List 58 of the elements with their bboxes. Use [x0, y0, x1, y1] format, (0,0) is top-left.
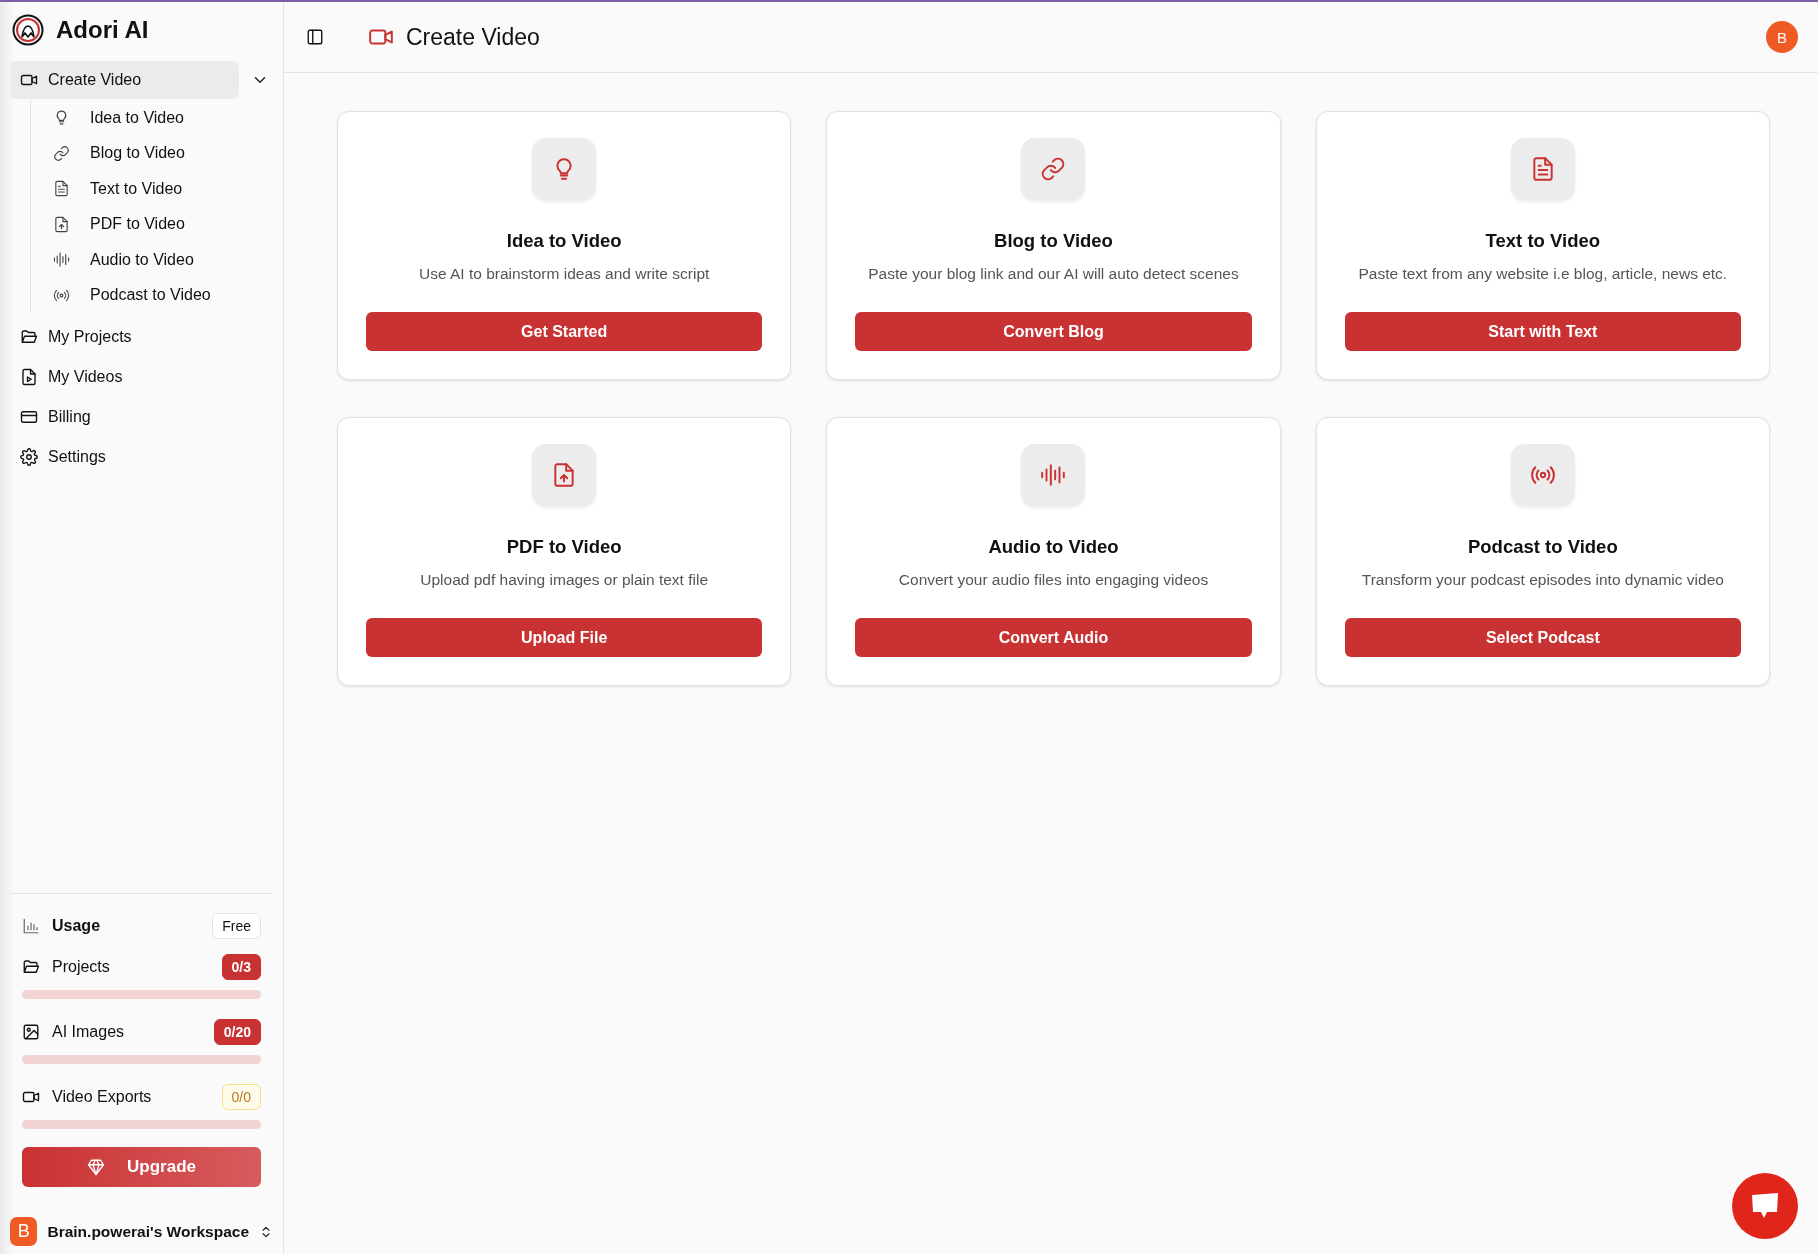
- card-action-button[interactable]: Get Started: [366, 312, 763, 351]
- card-action-button[interactable]: Select Podcast: [1344, 618, 1741, 657]
- card-description: Convert your audio files into engaging videos: [898, 571, 1209, 589]
- usage-label: Projects: [52, 958, 111, 976]
- nav-subitem[interactable]: Idea to Video: [43, 100, 273, 136]
- usage-count: 0/20: [213, 1019, 261, 1045]
- plan-badge: Free: [212, 913, 261, 939]
- card-title: Text to Video: [1485, 230, 1601, 252]
- nav-subitem[interactable]: PDF to Video: [43, 206, 273, 242]
- card-action-button[interactable]: Convert Blog: [855, 312, 1252, 351]
- usage-count: 0/0: [221, 1084, 261, 1110]
- image-icon: [22, 1023, 40, 1041]
- logo-icon: [12, 14, 44, 46]
- card-description: Transform your podcast episodes into dynamic video: [1361, 571, 1724, 589]
- link-icon: [1040, 156, 1067, 182]
- document-icon: [53, 180, 70, 198]
- settings-icon: [20, 448, 38, 466]
- nav-item[interactable]: My Videos: [10, 358, 273, 396]
- card-description: Paste your blog link and our AI will auto detect scenes: [868, 265, 1239, 283]
- nav-subitem[interactable]: Blog to Video: [43, 135, 273, 171]
- workspace-avatar: B: [10, 1217, 38, 1246]
- file-upload-icon: [53, 215, 70, 233]
- card-description: Paste text from any website i.e blog, article, news etc.: [1358, 265, 1728, 283]
- workspace-name[interactable]: Brain.powerai's Workspace: [47, 1222, 249, 1241]
- card-action-button[interactable]: Convert Audio: [855, 618, 1252, 657]
- nav-item[interactable]: My Projects: [10, 318, 273, 356]
- audio-wave-icon: [53, 251, 70, 269]
- video-file-icon: [20, 368, 38, 386]
- folder-icon: [20, 328, 38, 346]
- card-description: Use AI to brainstorm ideas and write script: [419, 265, 710, 283]
- card-title: PDF to Video: [506, 536, 622, 558]
- card-title: Audio to Video: [988, 536, 1119, 558]
- nav-item[interactable]: Billing: [10, 398, 273, 436]
- card-title: Idea to Video: [506, 230, 622, 252]
- usage-label: AI Images: [52, 1023, 126, 1041]
- link-icon: [53, 144, 70, 162]
- card-action-button[interactable]: Start with Text: [1344, 312, 1741, 351]
- card-action-button[interactable]: Upload File: [366, 618, 763, 657]
- diamond-icon: [87, 1158, 105, 1176]
- folder-icon: [22, 958, 40, 976]
- nav-subitem[interactable]: Audio to Video: [43, 242, 273, 278]
- upgrade-button[interactable]: Upgrade: [22, 1147, 261, 1187]
- credit-card-icon: [20, 408, 38, 426]
- nav-subitem[interactable]: Podcast to Video: [43, 277, 273, 313]
- bar-chart-icon: [22, 917, 40, 935]
- nav-subitem[interactable]: Text to Video: [43, 171, 273, 207]
- card-title: Podcast to Video: [1467, 536, 1618, 558]
- page-title: Create Video: [406, 23, 541, 51]
- chat-bubble-icon: [1750, 1192, 1780, 1220]
- nav-item[interactable]: Create Video: [10, 61, 239, 99]
- usage-count: 0/3: [221, 954, 261, 980]
- nav-item[interactable]: Settings: [10, 438, 273, 476]
- usage-label: Video Exports: [52, 1088, 153, 1106]
- usage-title: Usage: [52, 917, 102, 935]
- brand-name: Adori AI: [56, 16, 149, 44]
- card-description: Upload pdf having images or plain text file: [420, 571, 709, 589]
- card-title: Blog to Video: [994, 230, 1113, 252]
- audio-wave-icon: [1040, 462, 1067, 488]
